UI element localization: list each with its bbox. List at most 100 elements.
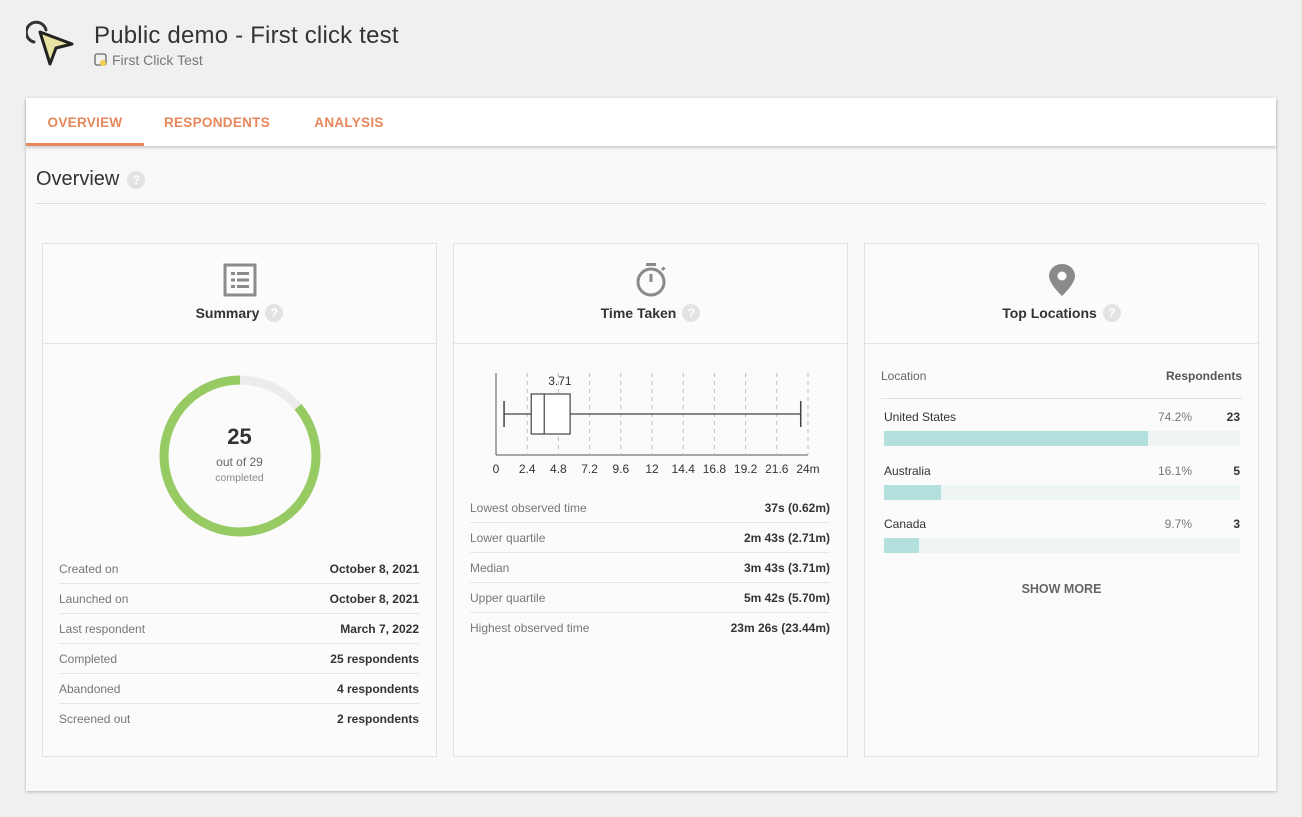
tab-respondents[interactable]: RESPONDENTS <box>144 98 290 146</box>
help-icon[interactable]: ? <box>682 304 701 322</box>
show-more-button[interactable]: SHOW MORE <box>865 582 1258 596</box>
card-header: Summary ? <box>43 244 436 344</box>
stat-label: Upper quartile <box>470 590 546 605</box>
tab-analysis[interactable]: ANALYSIS <box>290 98 408 146</box>
time-taken-card: Time Taken ? 0 2.4 4.8 7.2 9.6 12 14.4 16.8 19.2… <box>453 243 848 757</box>
stat-row: Upper quartile 5m 42s (5.70m) <box>470 583 830 613</box>
stat-row: Screened out 2 respondents <box>59 704 419 734</box>
help-icon[interactable]: ? <box>1102 304 1121 322</box>
cursor-click-icon <box>26 20 74 66</box>
location-percent: 16.1% <box>1157 464 1192 478</box>
location-bar <box>884 538 1240 553</box>
page-header: Public demo - First click test First Cli… <box>26 18 626 78</box>
x-tick-label: 7.2 <box>581 462 598 476</box>
stat-value: March 7, 2022 <box>340 621 419 636</box>
tab-bar: OVERVIEW RESPONDENTS ANALYSIS <box>26 98 1276 146</box>
stat-label: Highest observed time <box>470 621 590 635</box>
location-count: 3 <box>1233 517 1240 531</box>
tab-overview[interactable]: OVERVIEW <box>26 98 144 146</box>
section-title: Overview <box>36 168 120 190</box>
location-name: Australia <box>884 464 931 478</box>
locations-table-header: Location Respondents <box>881 369 1242 399</box>
location-row: United States 74.2% 23 <box>884 409 1240 459</box>
stat-value: 5m 42s (5.70m) <box>743 590 830 605</box>
stat-row: Lowest observed time 37s (0.62m) <box>470 493 830 523</box>
stat-value: 25 respondents <box>330 651 419 666</box>
card-title: Top Locations ? <box>865 304 1258 322</box>
stat-label: Median <box>470 560 510 575</box>
x-tick-label: 19.2 <box>734 462 758 476</box>
test-type-icon <box>94 53 107 66</box>
map-pin-icon <box>1048 264 1075 296</box>
stat-row: Launched on October 8, 2021 <box>59 584 419 614</box>
stopwatch-icon <box>636 263 666 297</box>
location-bar <box>884 485 1240 500</box>
stat-value: October 8, 2021 <box>329 591 419 606</box>
stat-label: Screened out <box>59 712 131 726</box>
time-box-plot: 0 2.4 4.8 7.2 9.6 12 14.4 16.8 19.2 21.6 24m 3.71 <box>493 373 820 476</box>
location-row: Australia 16.1% 5 <box>884 463 1240 513</box>
stat-label: Lowest observed time <box>470 500 587 515</box>
stat-row: Last respondent March 7, 2022 <box>59 614 419 644</box>
stat-row: Median 3m 43s (3.71m) <box>470 553 830 583</box>
list-icon <box>223 263 256 297</box>
location-bar-fill <box>884 431 1149 446</box>
stat-value: 2 respondents <box>336 712 419 726</box>
location-count: 5 <box>1233 464 1240 478</box>
column-respondents: Respondents <box>1165 369 1242 383</box>
card-header: Top Locations ? <box>865 244 1258 344</box>
stat-value: October 8, 2021 <box>329 561 419 576</box>
stat-value: 4 respondents <box>336 681 419 696</box>
box-iqr <box>530 393 571 435</box>
x-tick-label: 2.4 <box>519 462 536 476</box>
x-tick-label: 14.4 <box>672 462 696 476</box>
stat-label: Launched on <box>59 591 129 606</box>
location-name: United States <box>884 410 957 424</box>
stat-row: Lower quartile 2m 43s (2.71m) <box>470 523 830 553</box>
stat-value: 3m 43s (3.71m) <box>743 560 830 575</box>
page-subtitle: First Click Test <box>94 52 203 68</box>
top-locations-card: Top Locations ? Location Respondents Uni… <box>864 243 1259 757</box>
help-icon[interactable]: ? <box>127 170 146 189</box>
card-title: Summary ? <box>43 304 436 322</box>
section-heading: Overview ? <box>36 168 146 191</box>
x-tick-label: 9.6 <box>612 462 629 476</box>
stat-value: 37s (0.62m) <box>764 500 830 515</box>
stat-row: Highest observed time 23m 26s (23.44m) <box>470 613 830 643</box>
main-panel: OVERVIEW RESPONDENTS ANALYSIS Overview ?… <box>26 98 1276 791</box>
card-title: Time Taken ? <box>454 304 847 322</box>
stat-label: Abandoned <box>59 681 121 696</box>
location-bar-fill <box>884 538 919 553</box>
completed-total: out of 29 <box>216 455 263 469</box>
stat-row: Abandoned 4 respondents <box>59 674 419 704</box>
completed-count: 25 <box>227 424 252 449</box>
x-tick-label: 21.6 <box>765 462 789 476</box>
divider <box>36 203 1266 204</box>
stat-label: Completed <box>59 651 118 666</box>
x-tick-label: 4.8 <box>550 462 567 476</box>
column-location: Location <box>881 369 927 383</box>
stat-label: Lower quartile <box>470 530 546 545</box>
subtitle-text: First Click Test <box>112 52 203 68</box>
completed-label: completed <box>215 472 264 484</box>
stat-value: 2m 43s (2.71m) <box>743 530 830 545</box>
x-tick-label: 0 <box>493 462 500 476</box>
location-bar <box>884 431 1240 446</box>
location-bar-fill <box>884 485 942 500</box>
locations-title: Top Locations <box>1002 305 1097 321</box>
help-icon[interactable]: ? <box>265 304 284 322</box>
summary-title: Summary <box>195 305 260 321</box>
location-name: Canada <box>884 517 927 531</box>
page-title: Public demo - First click test <box>94 22 399 49</box>
location-percent: 74.2% <box>1157 410 1192 424</box>
time-stats: Lowest observed time 37s (0.62m) Lower qu… <box>470 493 830 643</box>
x-tick-label: 12 <box>645 462 659 476</box>
x-tick-label: 24m <box>796 462 819 476</box>
card-header: Time Taken ? <box>454 244 847 344</box>
location-percent: 9.7% <box>1164 517 1192 531</box>
median-label: 3.71 <box>548 374 572 388</box>
stat-row: Completed 25 respondents <box>59 644 419 674</box>
location-row: Canada 9.7% 3 <box>884 516 1240 566</box>
time-taken-title: Time Taken <box>600 305 677 321</box>
x-tick-label: 16.8 <box>703 462 727 476</box>
